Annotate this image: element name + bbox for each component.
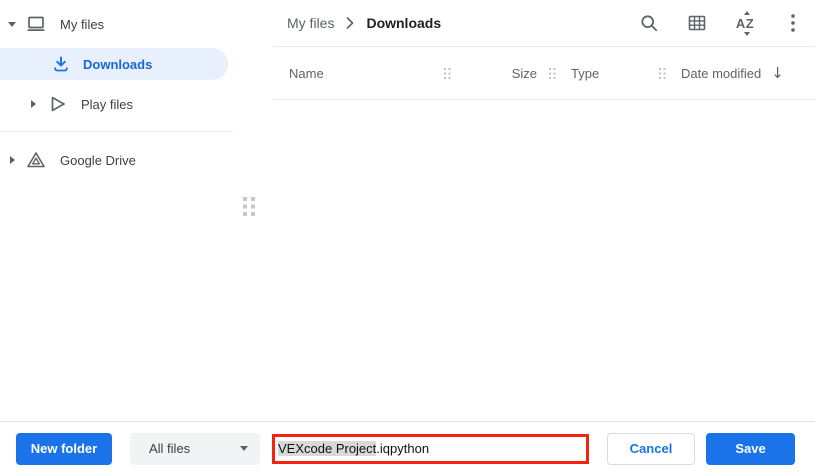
download-icon <box>51 54 71 74</box>
filename-selected-text: VEXcode Project <box>278 441 376 456</box>
sidebar-item-google-drive[interactable]: Google Drive <box>0 140 250 180</box>
dropdown-caret-icon <box>240 446 248 451</box>
sidebar: My files Downloads <box>0 0 250 421</box>
topbar: My files Downloads <box>273 0 815 47</box>
sidebar-item-downloads[interactable]: Downloads <box>0 48 228 80</box>
sidebar-item-label: Downloads <box>83 57 152 72</box>
sort-az-icon[interactable]: AZ <box>735 13 755 33</box>
column-resize-handle[interactable] <box>547 68 557 79</box>
save-button[interactable]: Save <box>706 433 795 465</box>
sidebar-item-my-files[interactable]: My files <box>0 4 250 44</box>
sidebar-item-play-files[interactable]: Play files <box>0 84 250 124</box>
topbar-icons: AZ <box>639 13 803 33</box>
more-vert-icon[interactable] <box>783 13 803 33</box>
expand-caret-icon[interactable] <box>6 22 18 27</box>
file-list-empty-area[interactable] <box>273 100 815 421</box>
cancel-button[interactable]: Cancel <box>607 433 695 465</box>
main-region: My files Downloads <box>0 0 815 421</box>
column-resize-handle[interactable] <box>657 68 667 79</box>
column-header-name[interactable]: Name <box>289 66 442 81</box>
column-header-type[interactable]: Type <box>557 66 657 81</box>
column-header-size[interactable]: Size <box>452 66 547 81</box>
filename-input-highlight: VEXcode Project.iqpython <box>272 434 589 464</box>
drive-icon <box>26 150 46 170</box>
column-resize-handle[interactable] <box>442 68 452 79</box>
column-header-date-modified[interactable]: Date modified ↓ <box>667 66 799 81</box>
computer-icon <box>26 14 46 34</box>
content-region: My files Downloads <box>273 0 815 421</box>
sidebar-splitter-handle[interactable] <box>243 197 256 221</box>
expand-caret-icon[interactable] <box>28 100 38 108</box>
sort-descending-arrow-icon: ↓ <box>771 66 784 81</box>
breadcrumb-current: Downloads <box>366 15 441 31</box>
file-type-filter-value: All files <box>149 441 190 456</box>
file-type-filter-select[interactable]: All files <box>130 433 260 465</box>
sidebar-item-label: Play files <box>81 97 133 112</box>
sidebar-item-downloads-row: Downloads <box>0 44 250 84</box>
filename-input[interactable]: VEXcode Project.iqpython <box>275 437 586 461</box>
files-save-dialog: My files Downloads <box>0 0 815 475</box>
sidebar-item-label: Google Drive <box>60 153 136 168</box>
breadcrumb: My files Downloads <box>287 15 441 31</box>
filename-extension-text: .iqpython <box>376 441 429 456</box>
search-icon[interactable] <box>639 13 659 33</box>
play-icon <box>48 94 68 114</box>
grid-view-icon[interactable] <box>687 13 707 33</box>
dialog-footer: New folder All files VEXcode Project.iqp… <box>0 421 815 475</box>
file-list-header: Name Size Type Date modified ↓ <box>273 47 815 100</box>
sidebar-divider <box>0 131 233 132</box>
chevron-right-icon <box>346 17 354 29</box>
sidebar-item-label: My files <box>60 17 104 32</box>
expand-caret-icon[interactable] <box>6 156 18 164</box>
new-folder-button[interactable]: New folder <box>16 433 112 465</box>
breadcrumb-parent[interactable]: My files <box>287 15 334 31</box>
